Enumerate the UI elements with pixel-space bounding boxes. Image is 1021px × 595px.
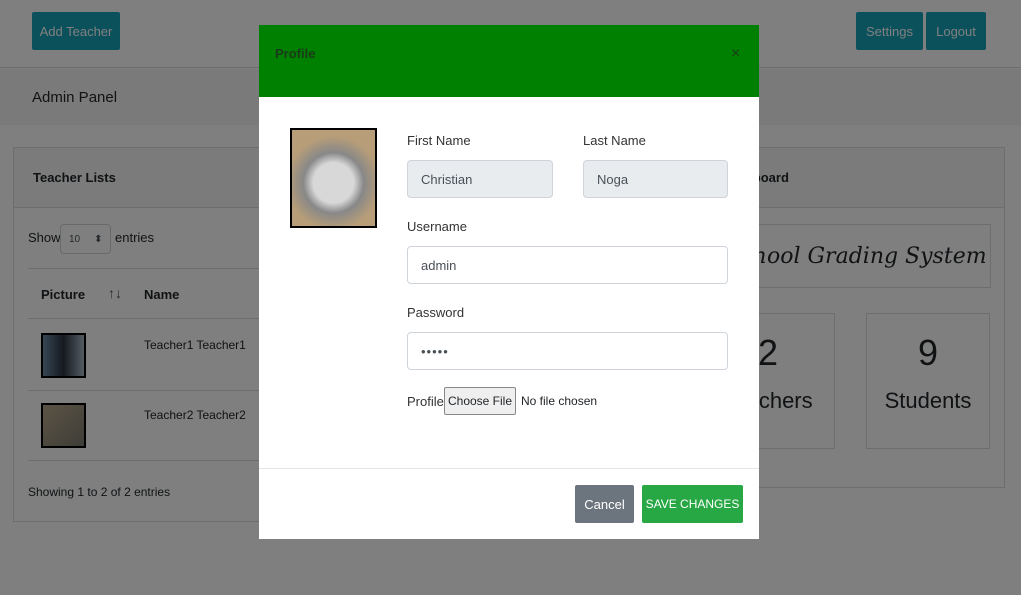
close-icon[interactable]: × [731,45,740,63]
choose-file-button[interactable]: Choose File [444,387,516,415]
last-name-field[interactable]: Noga [583,160,728,198]
file-status: No file chosen [521,394,598,408]
profile-modal: Profile × First Name Christian Last Name… [259,25,759,539]
save-changes-button[interactable]: SAVE CHANGES [642,485,743,523]
first-name-label: First Name [407,133,471,148]
username-field[interactable]: admin [407,246,728,284]
profile-picture [290,128,377,228]
first-name-field[interactable]: Christian [407,160,553,198]
cancel-button[interactable]: Cancel [575,485,634,523]
modal-title: Profile [275,46,316,61]
username-label: Username [407,219,467,234]
password-field[interactable]: ••••• [407,332,728,370]
modal-header: Profile × [259,25,759,97]
profile-label: Profile [407,394,444,409]
password-label: Password [407,305,465,320]
last-name-label: Last Name [583,133,646,148]
